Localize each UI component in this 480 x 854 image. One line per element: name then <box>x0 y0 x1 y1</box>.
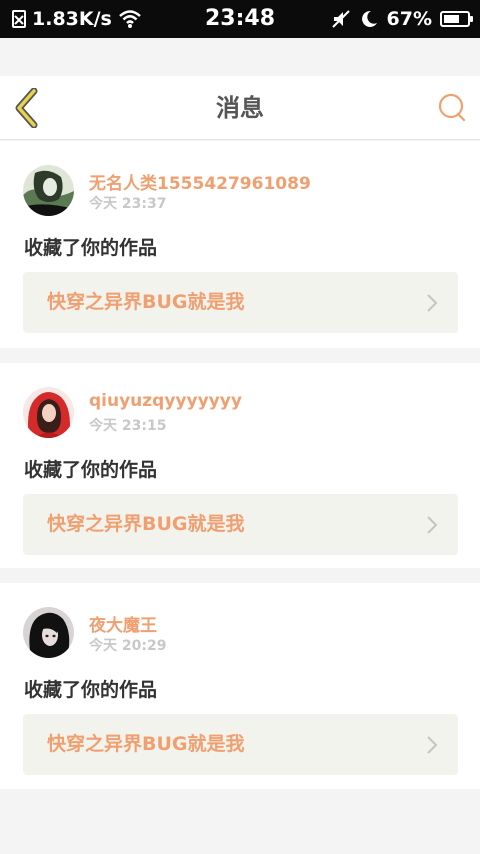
avatar[interactable] <box>23 165 74 216</box>
work-link-button[interactable]: 快穿之异界BUG就是我 <box>23 272 458 333</box>
search-button[interactable] <box>436 91 468 123</box>
message-card: qiuyuzqyyyyyyy 今天 23:15 收藏了你的作品 快穿之异界BUG… <box>0 363 480 568</box>
action-text: 收藏了你的作品 <box>24 459 158 481</box>
message-time: 今天 23:15 <box>89 418 167 434</box>
night-mode-icon <box>361 10 377 27</box>
message-time: 今天 20:29 <box>89 638 167 654</box>
battery-icon <box>440 11 473 27</box>
action-text: 收藏了你的作品 <box>24 679 158 701</box>
avatar[interactable] <box>23 607 74 658</box>
status-bar: 1.83K/s 23:48 67% <box>0 0 480 38</box>
top-navigation-bar: 消息 <box>0 76 480 140</box>
battery-percent: 67% <box>386 8 432 30</box>
work-title: 快穿之异界BUG就是我 <box>47 733 245 755</box>
avatar[interactable] <box>23 387 74 438</box>
work-title: 快穿之异界BUG就是我 <box>47 513 245 535</box>
status-right: 67% <box>331 0 473 38</box>
username-link[interactable]: qiuyuzqyyyyyyy <box>89 391 242 411</box>
chevron-right-icon <box>427 516 438 534</box>
work-link-button[interactable]: 快穿之异界BUG就是我 <box>23 714 458 775</box>
username-link[interactable]: 无名人类1555427961089 <box>89 169 311 194</box>
username-link[interactable]: 夜大魔王 <box>89 611 157 636</box>
search-icon <box>438 93 466 122</box>
work-title: 快穿之异界BUG就是我 <box>47 291 245 313</box>
message-time: 今天 23:37 <box>89 196 167 212</box>
action-text: 收藏了你的作品 <box>24 237 158 259</box>
battery-fill <box>444 15 459 23</box>
chevron-right-icon <box>427 294 438 312</box>
message-card: 夜大魔王 今天 20:29 收藏了你的作品 快穿之异界BUG就是我 <box>0 583 480 789</box>
page-title: 消息 <box>216 94 264 122</box>
mute-icon <box>331 10 350 28</box>
message-card: 无名人类1555427961089 今天 23:37 收藏了你的作品 快穿之异界… <box>0 141 480 348</box>
chevron-right-icon <box>427 736 438 754</box>
work-link-button[interactable]: 快穿之异界BUG就是我 <box>23 494 458 555</box>
